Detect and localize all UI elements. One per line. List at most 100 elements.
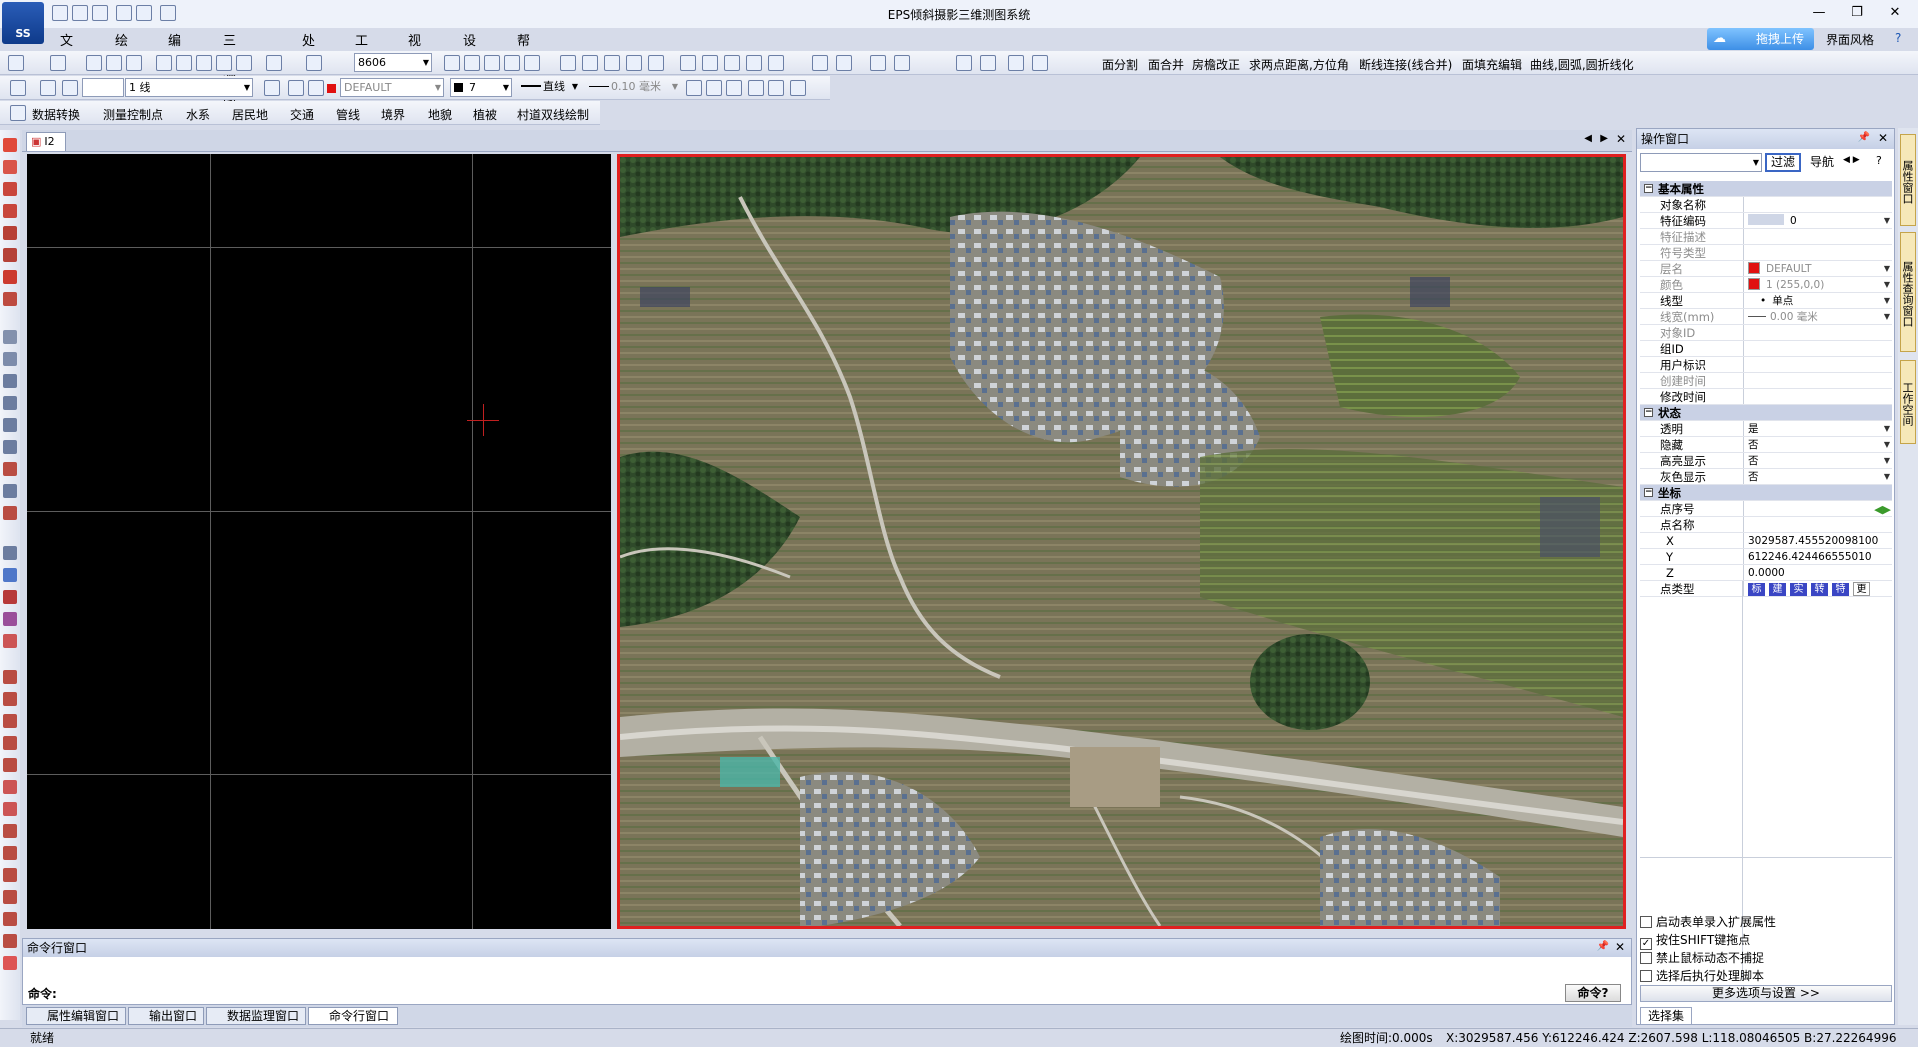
minimize-button[interactable]: — [1800, 2, 1838, 24]
filter-button[interactable]: 过滤 [1765, 153, 1801, 172]
cut-icon[interactable] [86, 55, 102, 71]
curve-tool-icon[interactable] [3, 440, 17, 454]
rect-tool-icon[interactable] [3, 182, 17, 196]
eave-correct-button[interactable]: 房檐改正 [1192, 56, 1240, 73]
prop-row[interactable]: 线型 • 单点 ▼ [1640, 293, 1892, 309]
link-tool-icon[interactable] [3, 590, 17, 604]
tab-next-icon[interactable]: ▶ [1600, 133, 1608, 144]
view-grid2-icon[interactable] [464, 55, 480, 71]
pin-icon[interactable]: 📌 [1597, 941, 1609, 952]
ellipse-tool-icon[interactable] [3, 802, 17, 816]
line-style-preview[interactable] [82, 78, 124, 97]
brush-icon[interactable] [748, 80, 764, 96]
grid-snap-icon[interactable] [724, 55, 740, 71]
face-split-button[interactable]: 面分割 [1102, 56, 1138, 73]
prop-row[interactable]: 隐藏否 ▼ [1640, 437, 1892, 453]
point-type-button[interactable]: 实 [1790, 583, 1807, 596]
tab-attributes[interactable]: 属性窗口 [1900, 134, 1916, 226]
category-landform[interactable]: 地貌 [428, 106, 452, 123]
tab-attribute-query[interactable]: 属性查询窗口 [1900, 232, 1916, 352]
cube-icon[interactable] [790, 80, 806, 96]
prop-row[interactable]: 透明是 ▼ [1640, 421, 1892, 437]
prop-row[interactable]: 灰色显示否 ▼ [1640, 469, 1892, 485]
curve-arc-button[interactable]: 曲线,圆弧,圆折线化 [1530, 56, 1634, 73]
category-traffic[interactable]: 交通 [290, 106, 314, 123]
code-tool-icon[interactable] [980, 55, 996, 71]
trim-tool-icon[interactable] [3, 396, 17, 410]
tab-workspace[interactable]: 工作空间 [1900, 360, 1916, 444]
point-type-button[interactable]: 标 [1748, 583, 1765, 596]
object-select-combo[interactable]: ▼ [1640, 153, 1762, 172]
operation-close-icon[interactable]: ✕ [1878, 131, 1888, 145]
vector-map-view[interactable] [27, 154, 611, 929]
monitor-icon[interactable] [768, 80, 784, 96]
elevation-tool-icon[interactable] [3, 912, 17, 926]
arc-tool-icon[interactable] [3, 462, 17, 476]
tool-b-icon[interactable] [582, 55, 598, 71]
rotate-icon[interactable] [266, 55, 282, 71]
zoom-previous-icon[interactable] [236, 55, 252, 71]
prop-row[interactable]: 点序号 ◀▶ [1640, 501, 1892, 517]
distance-bearing-button[interactable]: 求两点距离,方位角 [1249, 56, 1349, 73]
tool-d-icon[interactable] [626, 55, 642, 71]
prev-icon[interactable]: ◀ ▶ [1843, 155, 1860, 165]
tab-attribute-edit[interactable]: 属性编辑窗口 [26, 1007, 126, 1025]
circle-tool-icon[interactable] [3, 780, 17, 794]
maximize-button[interactable]: ❐ [1838, 2, 1876, 24]
pin-icon[interactable]: 📌 [1858, 132, 1870, 143]
point-nav-icon[interactable]: ◀▶ [1874, 502, 1891, 516]
break-tool-icon[interactable] [3, 484, 17, 498]
info-icon[interactable] [40, 80, 56, 96]
measure-tool-icon[interactable] [3, 248, 17, 262]
polygon-tool-icon[interactable] [3, 204, 17, 218]
tab-data-supervision[interactable]: 数据监理窗口 [206, 1007, 306, 1025]
layout2-icon[interactable] [836, 55, 852, 71]
face-merge-button[interactable]: 面合并 [1148, 56, 1184, 73]
section-basic[interactable]: − 基本属性 [1640, 181, 1892, 197]
prop-row[interactable]: 层名 DEFAULT ▼ [1640, 261, 1892, 277]
select-rect-icon[interactable] [3, 546, 17, 560]
checkbox[interactable] [1640, 952, 1652, 964]
feature-code-combo[interactable]: 8606 ▼ [354, 53, 432, 72]
category-village-road[interactable]: 村道双线绘制 [517, 106, 589, 123]
point-tool-icon[interactable] [3, 138, 17, 152]
command-input[interactable] [63, 983, 1543, 1003]
category-vegetation[interactable]: 植被 [473, 106, 497, 123]
image-icon[interactable] [62, 80, 78, 96]
point-type-button[interactable]: 更 [1853, 582, 1870, 596]
option-run-script[interactable]: 选择后执行处理脚本 [1640, 967, 1764, 984]
zoom-window-icon[interactable] [196, 55, 212, 71]
layout1-icon[interactable] [812, 55, 828, 71]
tool-c-icon[interactable] [604, 55, 620, 71]
command-close-icon[interactable]: ✕ [1615, 940, 1625, 954]
fillet-tool-icon[interactable] [3, 824, 17, 838]
slash-tool-icon[interactable] [3, 736, 17, 750]
layout3-icon[interactable] [956, 55, 972, 71]
layer-manager-icon[interactable] [10, 80, 26, 96]
tool-a-icon[interactable] [560, 55, 576, 71]
tool-e-icon[interactable] [648, 55, 664, 71]
printer-icon[interactable] [160, 5, 176, 21]
mirror-tool-icon[interactable] [3, 374, 17, 388]
prop-row[interactable]: 对象名称 [1640, 197, 1892, 213]
cross-tool-icon[interactable] [3, 714, 17, 728]
point-type-button[interactable]: 特 [1832, 583, 1849, 596]
grid-tool-icon[interactable] [3, 758, 17, 772]
bulb-icon[interactable] [288, 80, 304, 96]
view-grid1-icon[interactable] [444, 55, 460, 71]
copy-icon[interactable] [106, 55, 122, 71]
line-connect-button[interactable]: 断线连接(线合并) [1359, 56, 1452, 73]
tab-close-icon[interactable]: ✕ [1616, 132, 1626, 146]
tab-command-line[interactable]: 命令行窗口 [308, 1007, 398, 1025]
print-icon[interactable] [116, 5, 132, 21]
prop-row[interactable]: 线宽(mm) 0.00 毫米 ▼ [1640, 309, 1892, 325]
zoom-in-icon[interactable] [176, 55, 192, 71]
face-fill-edit-button[interactable]: 面填充编辑 [1462, 56, 1522, 73]
option-form-entry[interactable]: 启动表单录入扩展属性 [1640, 913, 1776, 930]
perpendicular-tool-icon[interactable] [3, 846, 17, 860]
select-code-icon[interactable] [306, 55, 322, 71]
line-tool-icon[interactable] [3, 160, 17, 174]
option-no-snap[interactable]: 禁止鼠标动态不捕捉 [1640, 949, 1764, 966]
lock-icon[interactable] [308, 80, 324, 96]
star-tool-icon[interactable] [3, 868, 17, 882]
